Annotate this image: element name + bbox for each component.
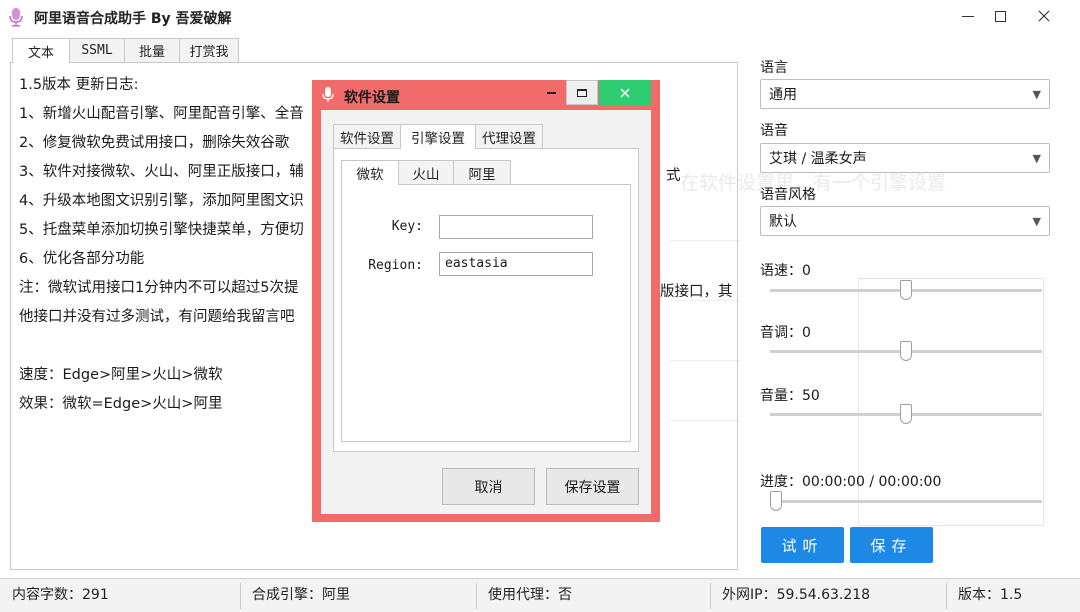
status-version: 版本：1.5 — [958, 587, 1023, 603]
title-bar: 阿里语音合成助手 By 吾爱破解 — [0, 0, 1080, 34]
dialog-tabs: 软件设置 引擎设置 代理设置 — [333, 124, 543, 149]
status-proxy: 使用代理：否 — [488, 587, 572, 603]
main-tabs: 文本 SSML 批量 打赏我 — [12, 38, 239, 63]
key-input[interactable] — [439, 215, 593, 239]
tab-batch[interactable]: 批量 — [124, 38, 180, 62]
dialog-title: 软件设置 — [344, 90, 400, 106]
minimize-icon — [962, 15, 974, 17]
region-label: Region: — [368, 258, 423, 273]
maximize-icon — [577, 88, 587, 97]
style-value: 默认 — [769, 214, 797, 230]
engine-sub-tabs: 微软 火山 阿里 — [341, 160, 511, 185]
status-ip: 外网IP：59.54.63.218 — [722, 587, 871, 603]
tab-huoshan[interactable]: 火山 — [398, 160, 454, 184]
microphone-icon — [322, 87, 334, 102]
text-overflow: 版接口，其 — [660, 284, 733, 300]
tab-engine-settings[interactable]: 引擎设置 — [400, 124, 476, 149]
pitch-slider[interactable] — [900, 341, 912, 361]
language-select[interactable]: 通用 ▼ — [760, 79, 1050, 109]
app-title: 阿里语音合成助手 By 吾爱破解 — [34, 11, 232, 27]
dialog-maximize-button[interactable] — [566, 80, 598, 105]
save-button[interactable]: 保存 — [850, 527, 933, 563]
listen-button[interactable]: 试听 — [761, 527, 844, 563]
close-icon — [1038, 10, 1050, 22]
key-label: Key: — [391, 219, 423, 234]
dialog-minimize-button[interactable] — [540, 80, 562, 105]
volume-slider[interactable] — [900, 404, 912, 424]
style-select[interactable]: 默认 ▼ — [760, 206, 1050, 236]
voice-label: 语音 — [760, 123, 788, 139]
microphone-icon — [9, 8, 23, 27]
tab-ssml[interactable]: SSML — [69, 38, 125, 62]
status-engine: 合成引擎：阿里 — [252, 587, 350, 603]
tab-text[interactable]: 文本 — [12, 38, 70, 63]
speed-slider[interactable] — [900, 280, 912, 300]
voice-value: 艾琪 / 温柔女声 — [769, 151, 867, 167]
tab-ali[interactable]: 阿里 — [453, 160, 511, 184]
cancel-button[interactable]: 取消 — [442, 468, 535, 505]
tab-microsoft[interactable]: 微软 — [341, 160, 399, 185]
volume-label: 音量：50 — [760, 388, 820, 404]
text-overflow: 式 — [666, 168, 681, 184]
close-button[interactable] — [1022, 0, 1066, 32]
close-icon — [620, 87, 630, 98]
chevron-down-icon: ▼ — [1032, 87, 1041, 101]
voice-select[interactable]: 艾琪 / 温柔女声 ▼ — [760, 143, 1050, 173]
minimize-icon — [546, 91, 556, 94]
progress-track — [770, 500, 1042, 503]
tab-proxy-settings[interactable]: 代理设置 — [475, 124, 543, 148]
settings-dialog: 软件设置 软件设置 引擎设置 代理设置 微软 火山 阿里 Key: Region… — [312, 80, 660, 522]
status-bar: 内容字数：291 合成引擎：阿里 使用代理：否 外网IP：59.54.63.21… — [0, 578, 1080, 612]
progress-slider[interactable] — [770, 491, 782, 511]
progress-label: 进度：00:00:00 / 00:00:00 — [760, 474, 942, 490]
chevron-down-icon: ▼ — [1032, 151, 1041, 165]
region-input[interactable]: eastasia — [439, 252, 593, 276]
language-value: 通用 — [769, 87, 797, 103]
speed-label: 语速：0 — [760, 263, 811, 279]
maximize-button[interactable] — [978, 0, 1022, 32]
pitch-label: 音调：0 — [760, 325, 811, 341]
save-settings-button[interactable]: 保存设置 — [546, 468, 639, 505]
tab-software-settings[interactable]: 软件设置 — [333, 124, 401, 148]
chevron-down-icon: ▼ — [1032, 214, 1041, 228]
style-label: 语音风格 — [760, 187, 816, 203]
dialog-close-button[interactable] — [599, 80, 651, 105]
status-char-count: 内容字数：291 — [12, 587, 109, 603]
dialog-body: 软件设置 引擎设置 代理设置 微软 火山 阿里 Key: Region: eas… — [321, 110, 651, 514]
maximize-icon — [994, 10, 1006, 22]
language-label: 语言 — [760, 60, 788, 76]
tab-donate[interactable]: 打赏我 — [179, 38, 239, 62]
